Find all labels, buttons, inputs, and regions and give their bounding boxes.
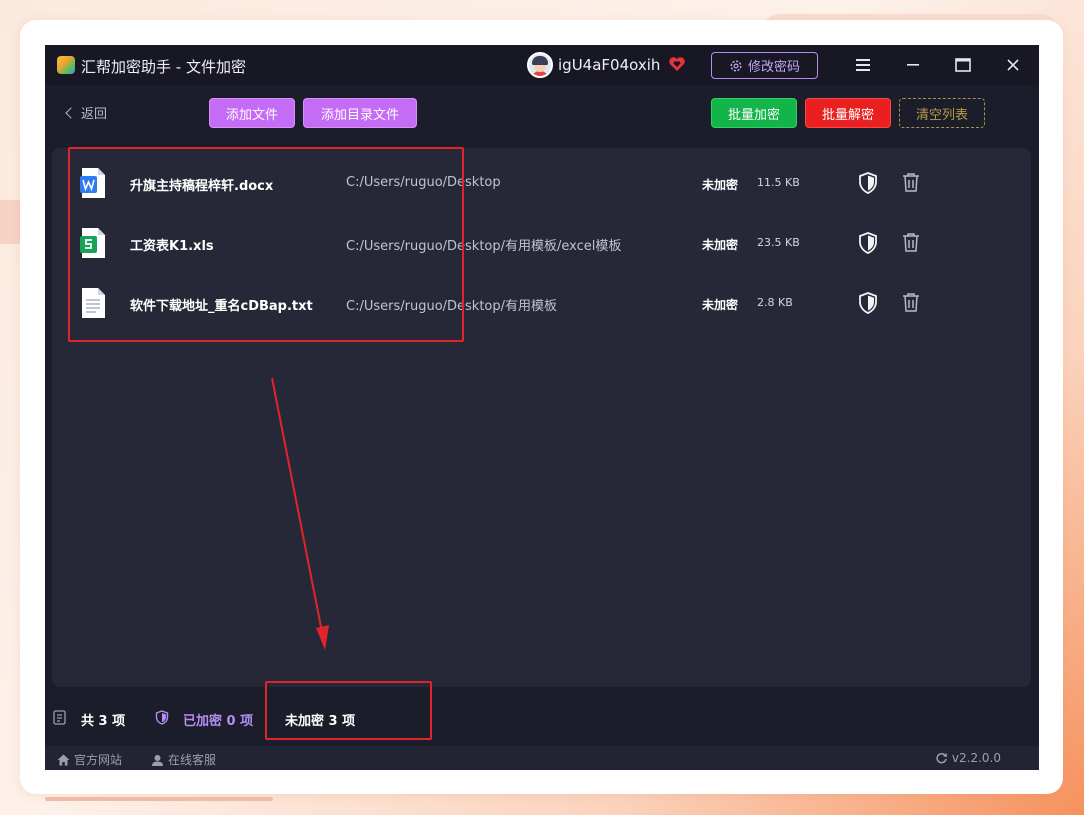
add-folder-button[interactable]: 添加目录文件 bbox=[303, 98, 417, 128]
file-status: 未加密 bbox=[702, 238, 739, 252]
maximize-button[interactable] bbox=[951, 53, 975, 77]
change-password-label: 修改密码 bbox=[747, 60, 800, 75]
batch-decrypt-button[interactable]: 批量解密 bbox=[805, 98, 891, 128]
total-count: 共 3 项 bbox=[81, 714, 126, 729]
encrypt-shield-icon[interactable] bbox=[858, 172, 878, 194]
add-file-button[interactable]: 添加文件 bbox=[209, 98, 295, 128]
clear-list-button[interactable]: 清空列表 bbox=[899, 98, 985, 128]
annotation-box-file-list bbox=[68, 147, 464, 342]
chevron-left-icon bbox=[65, 106, 77, 119]
file-status: 未加密 bbox=[702, 178, 739, 192]
home-icon bbox=[57, 754, 70, 765]
official-website-link[interactable]: 官方网站 bbox=[57, 751, 122, 768]
encrypted-count: 已加密 0 项 bbox=[183, 714, 254, 729]
card-underline bbox=[45, 797, 273, 801]
support-label: 在线客服 bbox=[168, 753, 217, 767]
title-bar: 汇帮加密助手 - 文件加密 igU4aF04oxih 修改密码 bbox=[45, 45, 1039, 85]
support-agent-icon bbox=[152, 754, 163, 766]
app-logo-icon bbox=[57, 56, 75, 74]
hamburger-icon bbox=[856, 59, 870, 71]
file-status: 未加密 bbox=[702, 298, 739, 312]
annotation-box-summary bbox=[265, 681, 432, 740]
batch-encrypt-button[interactable]: 批量加密 bbox=[711, 98, 797, 128]
delete-trash-icon[interactable] bbox=[902, 292, 920, 312]
maximize-icon bbox=[955, 58, 971, 72]
file-size: 2.8 KB bbox=[757, 296, 793, 309]
footer-bar: 官方网站 在线客服 v2.2.0.0 bbox=[45, 746, 1039, 770]
gear-icon bbox=[730, 59, 742, 72]
website-label: 官方网站 bbox=[74, 753, 123, 767]
document-list-icon bbox=[53, 710, 66, 725]
back-button[interactable]: 返回 bbox=[65, 103, 108, 122]
close-icon bbox=[1007, 59, 1019, 71]
file-size: 23.5 KB bbox=[757, 236, 800, 249]
vip-heart-icon bbox=[669, 57, 685, 71]
shield-icon bbox=[155, 710, 169, 725]
version-info: v2.2.0.0 bbox=[935, 751, 1001, 765]
summary-bar: 共 3 项 已加密 0 项 未加密 3 项 bbox=[45, 700, 1039, 736]
change-password-button[interactable]: 修改密码 bbox=[711, 52, 818, 79]
delete-trash-icon[interactable] bbox=[902, 232, 920, 252]
window-title: 汇帮加密助手 - 文件加密 bbox=[81, 58, 246, 76]
minimize-icon bbox=[907, 64, 919, 66]
version-label: v2.2.0.0 bbox=[951, 751, 1001, 765]
encrypt-shield-icon[interactable] bbox=[858, 232, 878, 254]
refresh-icon bbox=[936, 752, 947, 764]
close-button[interactable] bbox=[1001, 53, 1025, 77]
online-support-link[interactable]: 在线客服 bbox=[151, 751, 216, 768]
menu-button[interactable] bbox=[851, 53, 875, 77]
delete-trash-icon[interactable] bbox=[902, 172, 920, 192]
minimize-button[interactable] bbox=[901, 53, 925, 77]
encrypt-shield-icon[interactable] bbox=[858, 292, 878, 314]
username: igU4aF04oxih bbox=[558, 56, 661, 74]
user-avatar[interactable] bbox=[527, 52, 553, 78]
file-size: 11.5 KB bbox=[757, 176, 800, 189]
back-label: 返回 bbox=[81, 107, 108, 122]
